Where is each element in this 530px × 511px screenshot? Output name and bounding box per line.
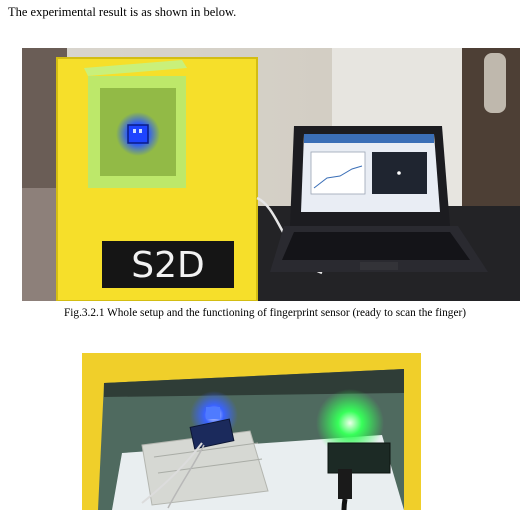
figure-1-photo: S2D (22, 48, 520, 301)
fingerprint-sensor-icon (206, 407, 220, 419)
box-label-text: S2D (131, 245, 204, 286)
sensor-dot (133, 129, 136, 133)
laptop-keyboard (282, 232, 470, 260)
usb-cable (341, 498, 348, 510)
fingerprint-sensor-icon (127, 124, 149, 144)
usb-connector (338, 469, 352, 499)
figure-1-illustration: S2D (22, 48, 520, 301)
screen-header-bar (304, 134, 434, 143)
door-handle (484, 53, 506, 113)
figure-2-illustration (82, 353, 421, 510)
intro-paragraph: The experimental result is as shown in b… (8, 5, 237, 19)
sensor-dot (139, 129, 142, 133)
screen-dot (397, 171, 401, 175)
screen-chart-panel (310, 151, 366, 195)
figure-2-photo (82, 353, 421, 510)
figure-1-caption: Fig.3.2.1 Whole setup and the functionin… (64, 307, 466, 319)
arduino-board (327, 442, 391, 474)
laptop-touchpad (360, 262, 398, 270)
